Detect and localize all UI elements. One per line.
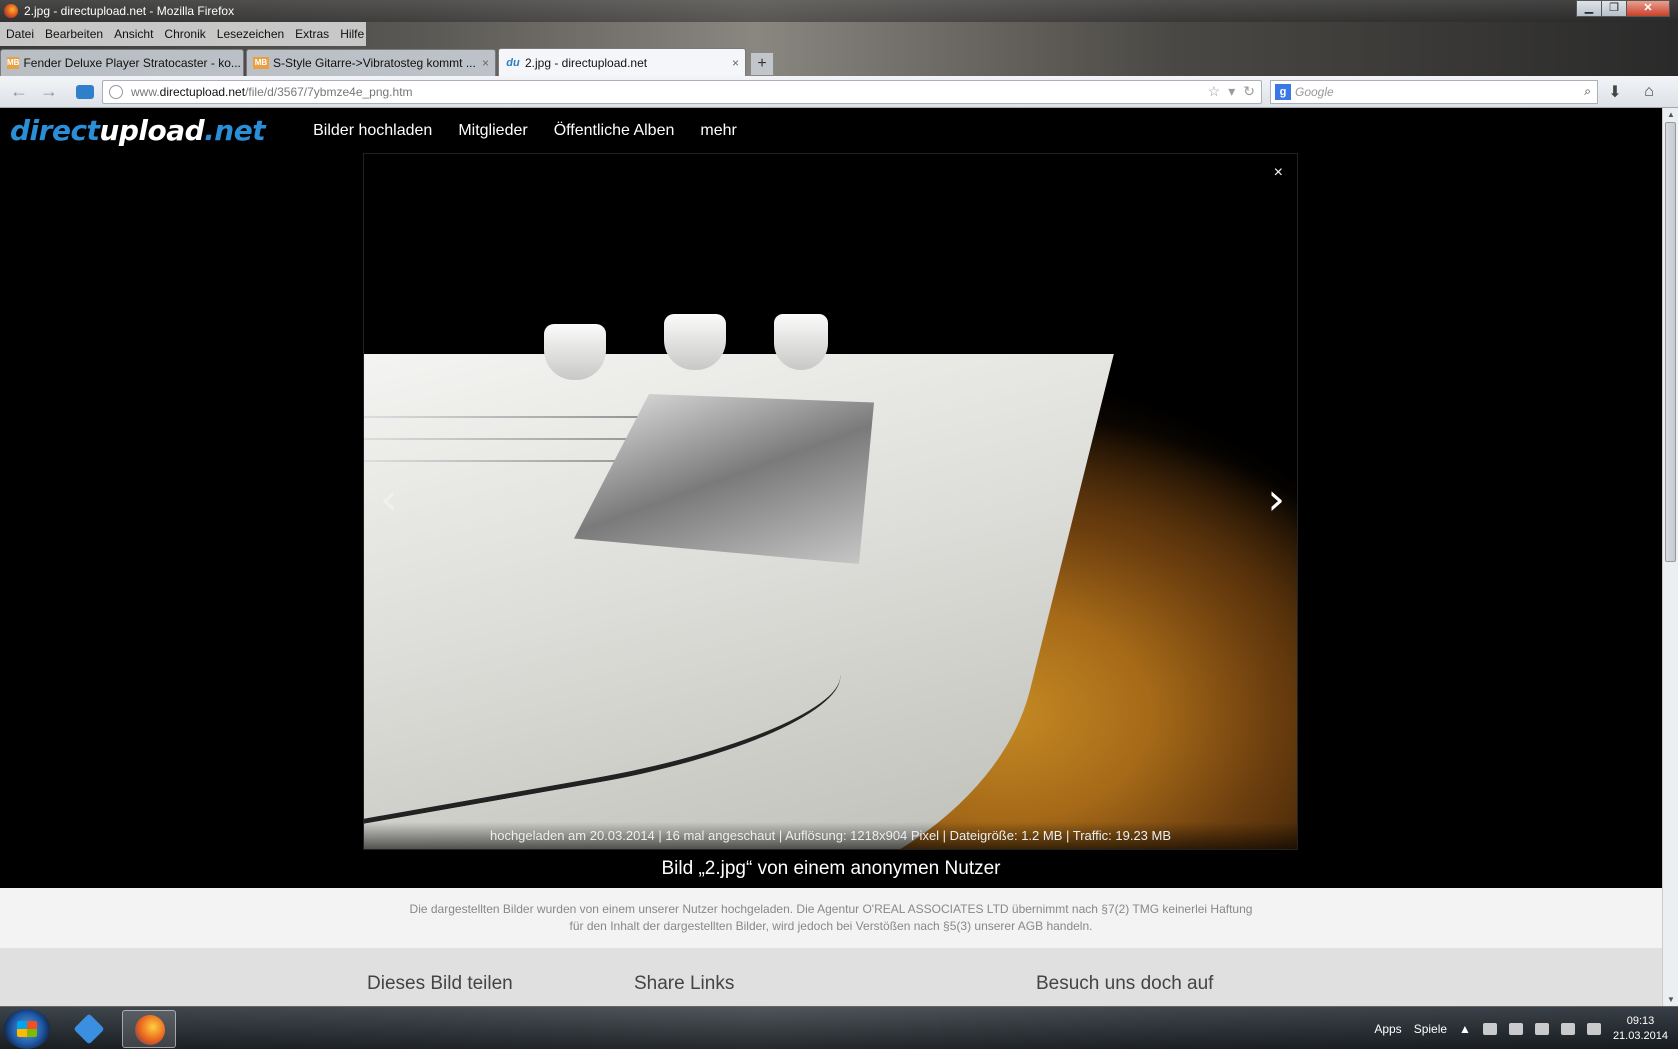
- menu-chronik[interactable]: Chronik: [164, 27, 205, 41]
- url-path: /file/d/3567/7ybmze4e_png.htm: [245, 84, 413, 99]
- site-logo[interactable]: directupload.net: [10, 114, 266, 147]
- forward-arrow-icon[interactable]: →: [34, 81, 64, 102]
- dropbox-tray-icon[interactable]: [1560, 1022, 1575, 1035]
- previous-image-chevron-icon[interactable]: ‹: [380, 474, 398, 525]
- system-tray: Apps Spiele ▲ 09:13 21.03.2014: [1374, 1007, 1668, 1049]
- nav-bilder-hochladen[interactable]: Bilder hochladen: [313, 122, 432, 140]
- toolbar-apps[interactable]: Apps: [1374, 1022, 1401, 1036]
- share-links-heading: Share Links: [634, 973, 735, 994]
- windows-logo-icon: [17, 1021, 37, 1037]
- close-window-button[interactable]: ✕: [1626, 0, 1670, 17]
- image-lightbox: × ‹ › hochgeladen am 20.03.2014 | 16 mal…: [363, 153, 1298, 850]
- photo-string: [364, 416, 684, 418]
- back-arrow-icon[interactable]: ←: [4, 81, 34, 102]
- tab-close-icon[interactable]: ×: [476, 56, 489, 70]
- taskbar-dropbox[interactable]: [62, 1010, 116, 1048]
- dropbox-icon: [73, 1013, 105, 1045]
- web-page: directupload.net Bilder hochladen Mitgli…: [0, 108, 1662, 1006]
- home-icon[interactable]: ⌂: [1632, 83, 1666, 101]
- disclaimer-line-1: Die dargestellten Bilder wurden von eine…: [409, 902, 1253, 916]
- next-image-chevron-icon[interactable]: ›: [1267, 474, 1285, 525]
- lightbox-close-icon[interactable]: ×: [1274, 164, 1283, 182]
- scroll-down-icon[interactable]: ▼: [1663, 995, 1678, 1004]
- new-tab-button[interactable]: +: [750, 52, 774, 76]
- restore-button[interactable]: ❐: [1601, 0, 1627, 17]
- page-scrollbar[interactable]: ▲ ▼: [1662, 108, 1678, 1006]
- photo-knob: [664, 314, 726, 370]
- clock-time: 09:13: [1626, 1014, 1655, 1027]
- photo-knob: [544, 324, 606, 380]
- scroll-up-icon[interactable]: ▲: [1663, 110, 1678, 119]
- globe-icon: [109, 84, 123, 99]
- menu-ansicht[interactable]: Ansicht: [114, 27, 153, 41]
- disclaimer-line-2: für den Inhalt der dargestellten Bilder,…: [569, 919, 1093, 933]
- site-nav: Bilder hochladen Mitglieder Öffentliche …: [313, 122, 737, 140]
- search-bar[interactable]: g Google ⌕: [1270, 79, 1598, 104]
- url-bar[interactable]: www. directupload.net/file/d/3567/7ybmze4…: [102, 79, 1262, 104]
- navigation-toolbar: ← → www. directupload.net/file/d/3567/7yb…: [0, 76, 1678, 108]
- windows-taskbar: Apps Spiele ▲ 09:13 21.03.2014: [0, 1006, 1678, 1049]
- bookmark-star-icon[interactable]: ☆: [1208, 83, 1221, 100]
- nav-mitglieder[interactable]: Mitglieder: [458, 122, 527, 140]
- scrollbar-thumb[interactable]: [1665, 122, 1676, 562]
- history-dropdown-icon[interactable]: ▾: [1228, 83, 1235, 100]
- menubar: Datei Bearbeiten Ansicht Chronik Lesezei…: [0, 22, 366, 46]
- taskbar-firefox[interactable]: [122, 1010, 176, 1048]
- image-caption: Bild „2.jpg“ von einem anonymen Nutzer: [661, 858, 1001, 879]
- window-title: 2.jpg - directupload.net - Mozilla Firef…: [24, 4, 235, 18]
- nav-mehr[interactable]: mehr: [700, 122, 736, 140]
- search-placeholder: Google: [1295, 84, 1334, 99]
- logo-part-net: .net: [204, 114, 266, 147]
- tab-close-icon[interactable]: ×: [241, 56, 243, 70]
- minimize-button[interactable]: ▁: [1576, 0, 1602, 17]
- musiker-board-favicon-icon: MB: [253, 57, 269, 69]
- firefox-icon: [135, 1015, 165, 1045]
- tab-fender[interactable]: MB Fender Deluxe Player Stratocaster - k…: [0, 49, 244, 76]
- image-metadata: hochgeladen am 20.03.2014 | 16 mal anges…: [364, 822, 1297, 849]
- tray-expand-icon[interactable]: ▲: [1459, 1022, 1471, 1036]
- url-prefix: www.: [131, 84, 160, 99]
- volume-icon[interactable]: [1586, 1022, 1601, 1035]
- legal-disclaimer: Die dargestellten Bilder wurden von eine…: [0, 888, 1662, 948]
- tab-label: Fender Deluxe Player Stratocaster - ko..…: [23, 56, 241, 70]
- menu-extras[interactable]: Extras: [295, 27, 329, 41]
- clock[interactable]: 09:13 21.03.2014: [1613, 1014, 1668, 1044]
- menu-lesezeichen[interactable]: Lesezeichen: [217, 27, 284, 41]
- menu-bearbeiten[interactable]: Bearbeiten: [45, 27, 103, 41]
- tab-directupload[interactable]: du 2.jpg - directupload.net ×: [498, 48, 746, 76]
- display-icon[interactable]: [1534, 1022, 1549, 1035]
- network-icon[interactable]: [1508, 1022, 1523, 1035]
- tab-label: 2.jpg - directupload.net: [525, 55, 648, 70]
- search-icon[interactable]: ⌕: [1584, 84, 1597, 99]
- action-center-flag-icon[interactable]: [1482, 1022, 1497, 1035]
- toolbar-spiele[interactable]: Spiele: [1414, 1022, 1447, 1036]
- site-identity-icon[interactable]: [76, 84, 94, 99]
- site-header: directupload.net Bilder hochladen Mitgli…: [0, 108, 1662, 153]
- menu-datei[interactable]: Datei: [6, 27, 34, 41]
- tab-strip: MB Fender Deluxe Player Stratocaster - k…: [0, 48, 1678, 76]
- url-domain: directupload.net: [159, 84, 246, 99]
- nav-oeffentliche-alben[interactable]: Öffentliche Alben: [554, 122, 675, 140]
- google-engine-icon[interactable]: g: [1275, 83, 1291, 100]
- page-footer: Dieses Bild teilen Share Links Besuch un…: [0, 948, 1662, 1006]
- musiker-board-favicon-icon: MB: [7, 57, 20, 69]
- tab-label: S-Style Gitarre->Vibratosteg kommt ...: [273, 56, 476, 70]
- guitar-photo: [364, 154, 1297, 849]
- menu-hilfe[interactable]: Hilfe: [340, 27, 364, 41]
- reload-icon[interactable]: ↻: [1243, 83, 1255, 100]
- download-icon[interactable]: ⬇: [1598, 82, 1632, 102]
- visit-us-heading: Besuch uns doch auf: [1036, 973, 1214, 994]
- directupload-favicon-icon: du: [506, 56, 520, 69]
- tab-close-icon[interactable]: ×: [726, 56, 739, 70]
- window-titlebar: 2.jpg - directupload.net - Mozilla Firef…: [0, 0, 1678, 22]
- logo-part-upload: upload: [99, 114, 205, 147]
- photo-knob: [774, 314, 828, 370]
- clock-date: 21.03.2014: [1612, 1029, 1668, 1042]
- logo-part-direct: direct: [10, 114, 100, 147]
- share-image-heading: Dieses Bild teilen: [367, 973, 513, 994]
- start-button[interactable]: [4, 1009, 50, 1049]
- tab-s-style[interactable]: MB S-Style Gitarre->Vibratosteg kommt ..…: [246, 49, 496, 76]
- firefox-icon: [4, 4, 18, 18]
